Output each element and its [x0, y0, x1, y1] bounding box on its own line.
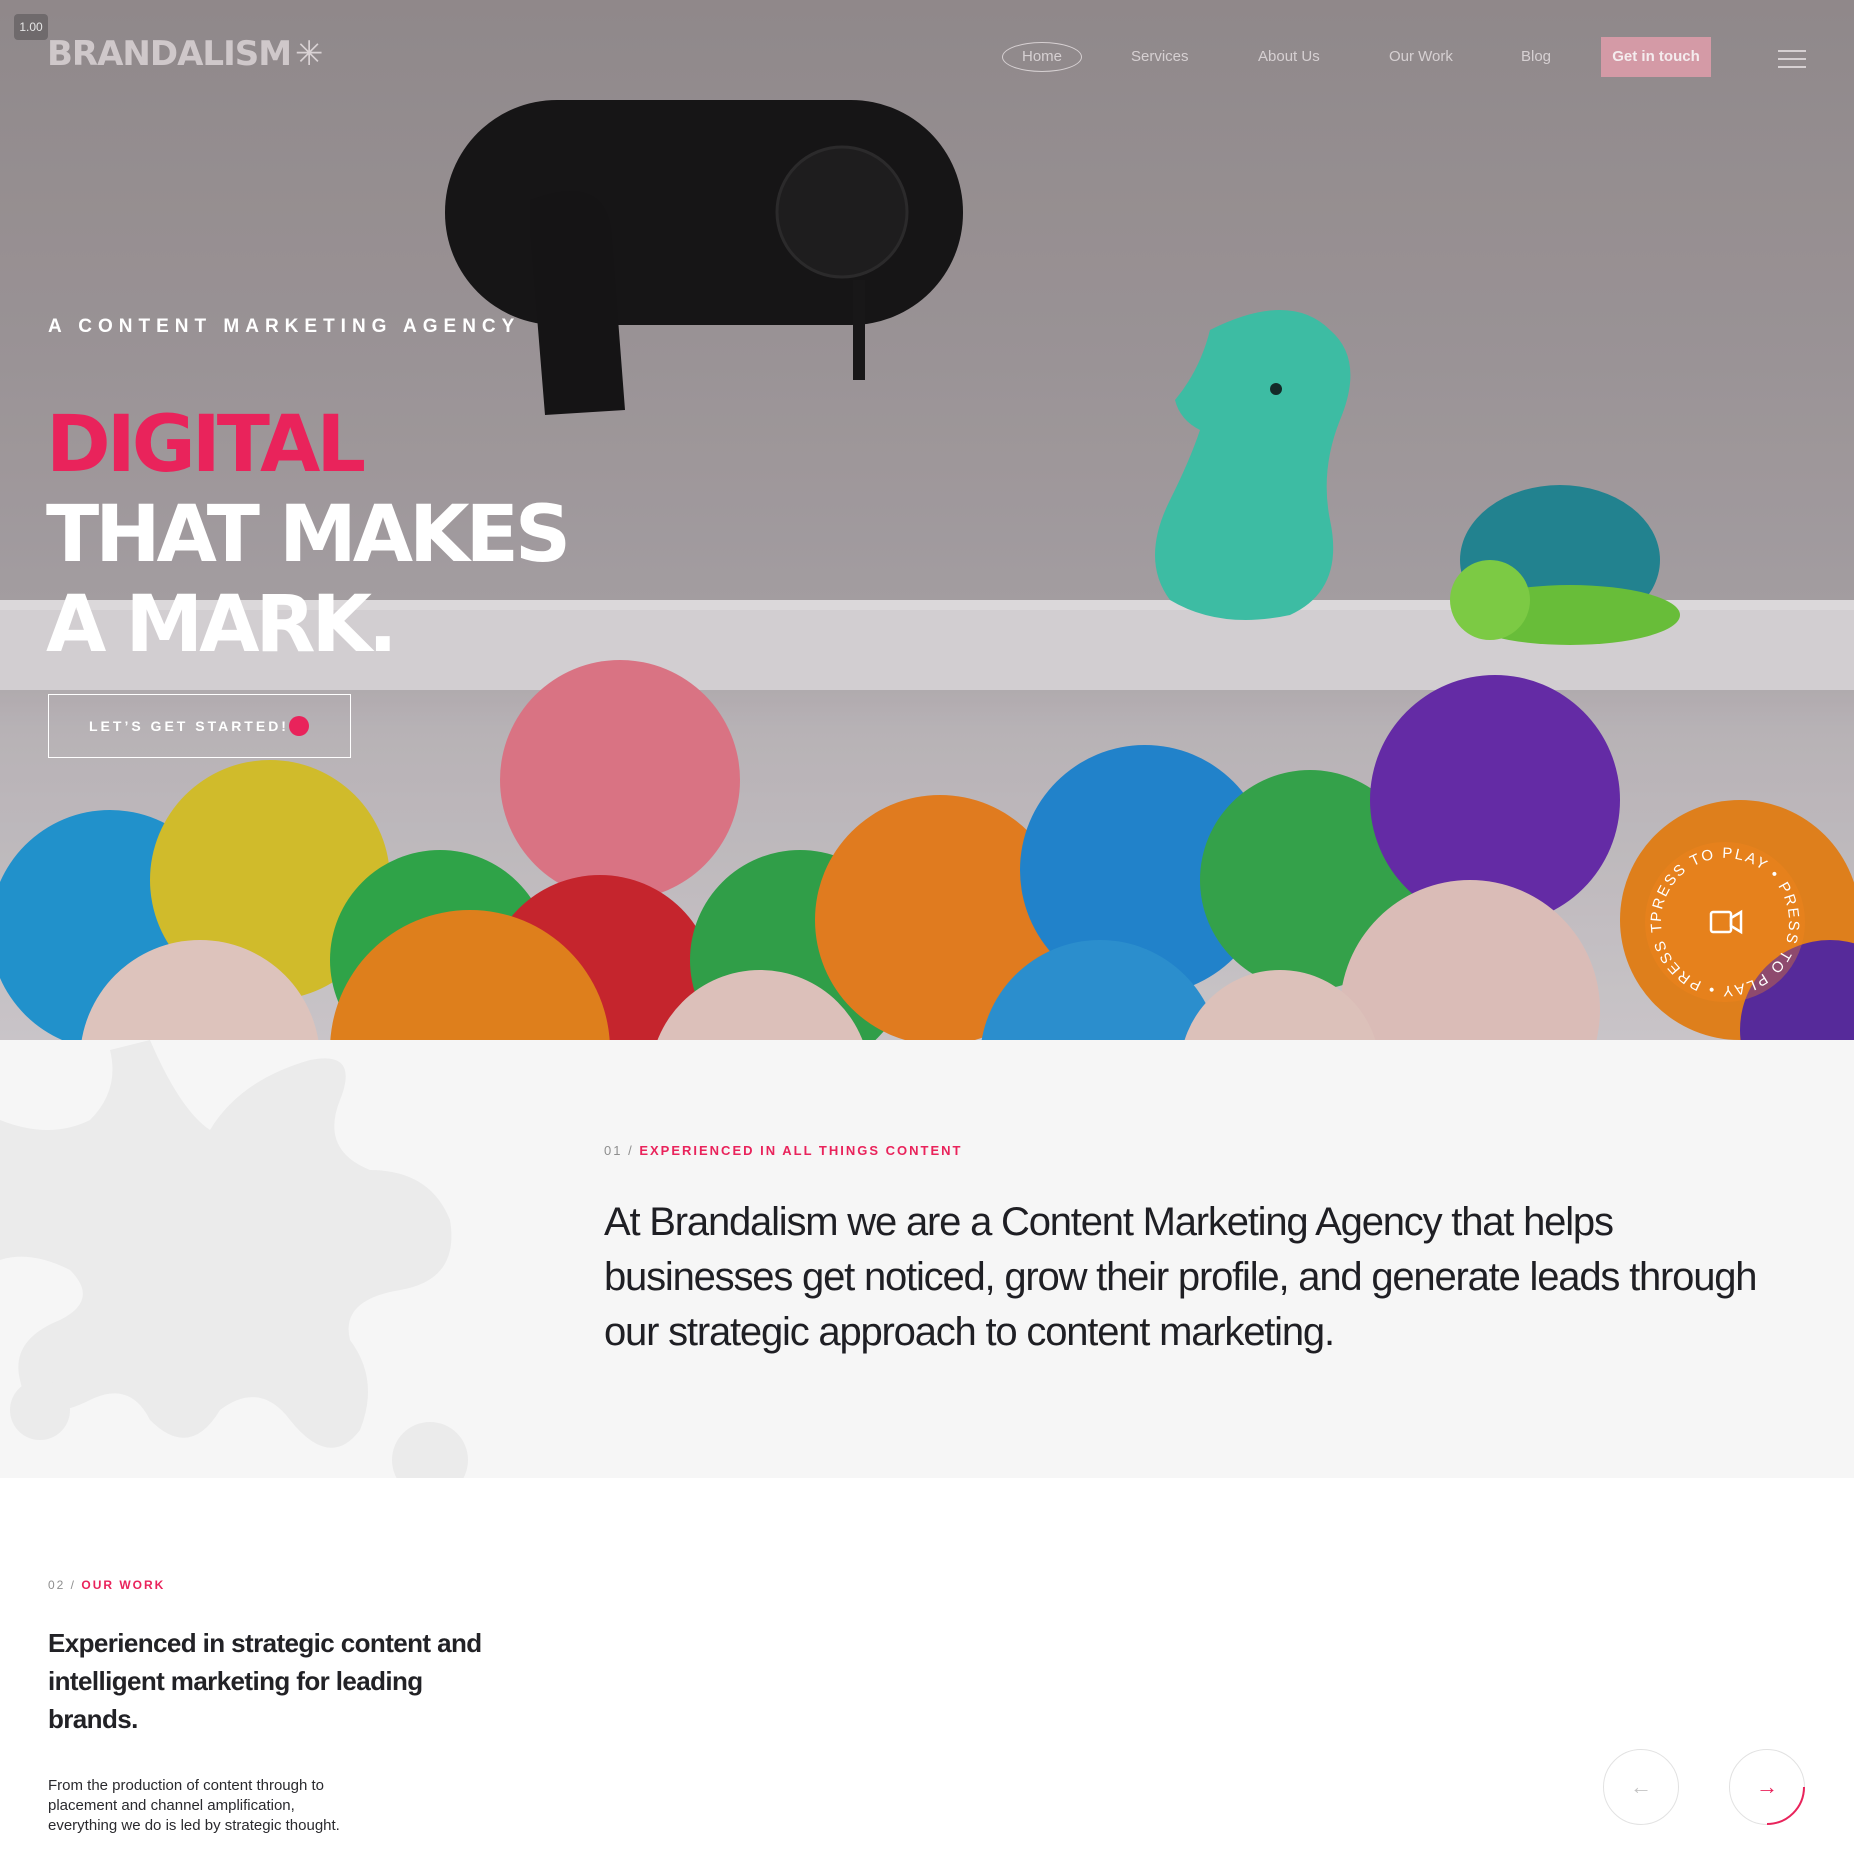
headline-line-3: A MARK.: [46, 580, 398, 670]
headline-accent: DIGITAL: [46, 400, 366, 490]
arrow-left-icon: ←: [1630, 1774, 1652, 1799]
our-work-description: From the production of content through t…: [48, 1777, 340, 1834]
progress-ring: [1766, 1786, 1805, 1825]
get-started-button[interactable]: LET’S GET STARTED!: [48, 694, 351, 758]
carousel-next-button[interactable]: →: [1729, 1749, 1805, 1825]
section-02-label: 02 / OUR WORK: [48, 1578, 165, 1592]
dot-icon: [289, 716, 309, 736]
section-title: OUR WORK: [81, 1578, 166, 1592]
about-intro-text: At Brandalism we are a Content Marketing…: [604, 1200, 1758, 1354]
carousel-prev-button[interactable]: ←: [1603, 1749, 1679, 1825]
nav-about-us[interactable]: About Us: [1258, 42, 1320, 72]
hamburger-icon[interactable]: [1778, 50, 1806, 68]
nav-services[interactable]: Services: [1131, 42, 1189, 72]
press-to-play-badge: PRESS TO PLAY • PRESS TO PLAY • PRESS TO…: [1638, 829, 1805, 1002]
our-work-section: 02 / OUR WORK Experienced in strategic c…: [0, 1478, 1854, 1854]
headline-line-2: THAT MAKES: [46, 490, 571, 580]
press-to-play-button[interactable]: PRESS TO PLAY • PRESS TO PLAY • PRESS TO…: [1638, 829, 1805, 1002]
nav-blog[interactable]: Blog: [1521, 42, 1551, 72]
section-title: EXPERIENCED IN ALL THINGS CONTENT: [639, 1143, 963, 1158]
section-number: 02 /: [48, 1578, 77, 1592]
get-started-label: LET’S GET STARTED!: [89, 718, 289, 734]
hero-eyebrow: A CONTENT MARKETING AGENCY: [48, 316, 521, 337]
main-nav: Home Services About Us Our Work Blog Get…: [0, 37, 1854, 77]
section-01-label: 01 / EXPERIENCED IN ALL THINGS CONTENT: [604, 1143, 962, 1158]
nav-our-work[interactable]: Our Work: [1389, 42, 1453, 72]
get-in-touch-button[interactable]: Get in touch: [1601, 37, 1711, 77]
hero-section: 1.00 BRANDALISM ✳ Home Services About Us…: [0, 0, 1854, 1040]
page-root: 1.00 BRANDALISM ✳ Home Services About Us…: [0, 0, 1854, 1854]
zoom-badge: 1.00: [14, 14, 48, 40]
our-work-heading: Experienced in strategic content and int…: [48, 1628, 482, 1734]
section-number: 01 /: [604, 1143, 634, 1158]
hero-headline: DIGITAL THAT MAKES A MARK.: [46, 400, 571, 670]
nav-home[interactable]: Home: [1002, 42, 1082, 72]
splat-decoration: [0, 1040, 468, 1478]
about-section: 01 / EXPERIENCED IN ALL THINGS CONTENT A…: [0, 1040, 1854, 1478]
